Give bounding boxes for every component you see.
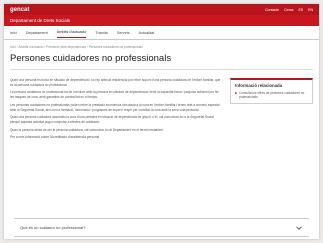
top-bar: gencat Contacte Cerca ES EN bbox=[4, 4, 319, 15]
breadcrumb[interactable]: Inici › Àmbits d'actuació › Persones amb… bbox=[4, 45, 319, 49]
search-link[interactable]: Cerca bbox=[284, 8, 293, 12]
language-en-link[interactable]: EN bbox=[308, 8, 313, 12]
nav-item-departament[interactable]: Departament bbox=[26, 28, 48, 38]
nav-item-serveis[interactable]: Serveis bbox=[117, 28, 130, 38]
main-nav: Inici Departament Àmbits d'actuació Tràm… bbox=[4, 26, 319, 40]
nav-item-tramits[interactable]: Tràmits bbox=[95, 28, 108, 38]
page: gencat Contacte Cerca ES EN Departament … bbox=[4, 4, 319, 239]
paragraph: Quan una persona es troba en situació de… bbox=[10, 78, 221, 87]
faq-accordion[interactable]: Què és un cuidador no professional? bbox=[14, 218, 309, 237]
paragraph: Quan una persona cuidadora assumeix la c… bbox=[10, 115, 214, 124]
gencat-logo[interactable]: gencat bbox=[10, 7, 29, 13]
department-name[interactable]: Departament de Drets Socials bbox=[10, 18, 70, 23]
related-info-title: Informació relacionada bbox=[235, 83, 283, 88]
nav-item-actualitat[interactable]: Actualitat bbox=[139, 28, 155, 38]
paragraph: Per a més informació sobre l'Acreditació… bbox=[10, 135, 100, 140]
related-info-sidebar: Informació relacionada ■ Consulta les xi… bbox=[230, 78, 313, 143]
language-es-link[interactable]: ES bbox=[298, 8, 303, 12]
accordion-label[interactable]: Què és un cuidador no professional? bbox=[20, 225, 295, 230]
chevron-down-icon[interactable] bbox=[295, 224, 303, 232]
bullet-icon: ■ bbox=[235, 91, 237, 95]
related-link-label[interactable]: Consulta les xifres de persones cuidador… bbox=[239, 91, 308, 99]
main-text: Quan una persona es troba en situació de… bbox=[10, 78, 230, 143]
paragraph: Quan la persona deixa de ser la persona … bbox=[10, 127, 164, 132]
contact-link[interactable]: Contacte bbox=[265, 8, 279, 12]
related-link[interactable]: ■ Consulta les xifres de persones cuidad… bbox=[235, 91, 308, 99]
department-bar: Departament de Drets Socials bbox=[4, 15, 319, 26]
paragraph: La persona cuidadora no professional ha … bbox=[10, 90, 219, 100]
content-area: Quan una persona es troba en situació de… bbox=[4, 70, 319, 143]
nav-item-ambits[interactable]: Àmbits d'actuació bbox=[56, 27, 87, 38]
nav-item-inici[interactable]: Inici bbox=[10, 28, 17, 38]
paragraph: Les persones cuidadores no professionals… bbox=[10, 102, 220, 112]
page-title: Persones cuidadores no professionals bbox=[10, 53, 172, 64]
related-info-box: Informació relacionada ■ Consulta les xi… bbox=[230, 78, 313, 104]
